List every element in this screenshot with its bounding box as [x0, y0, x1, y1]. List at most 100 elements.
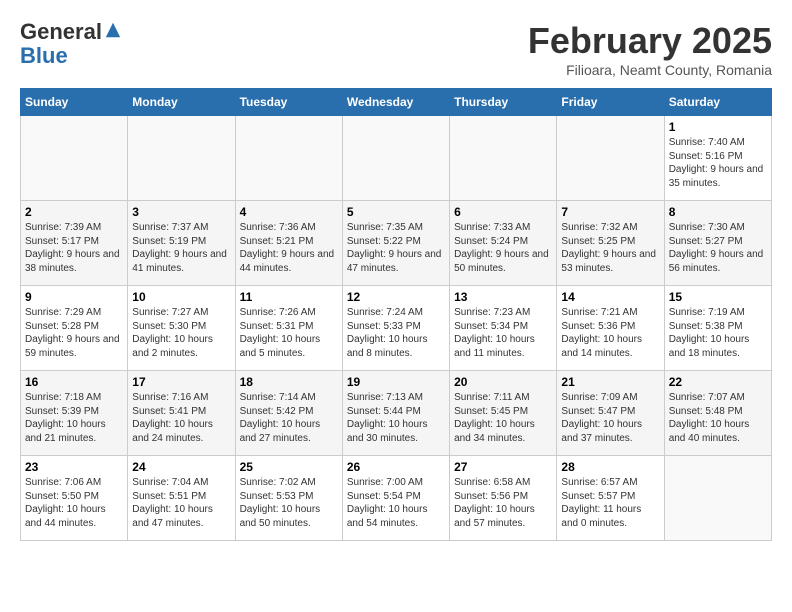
day-info: Sunrise: 7:35 AM Sunset: 5:22 PM Dayligh… [347, 221, 445, 275]
day-number: 8 [669, 205, 767, 219]
day-info: Sunrise: 7:37 AM Sunset: 5:19 PM Dayligh… [132, 221, 230, 275]
day-number: 19 [347, 375, 445, 389]
calendar-cell: 16 Sunrise: 7:18 AM Sunset: 5:39 PM Dayli… [21, 371, 128, 456]
weekday-header-friday: Friday [557, 89, 664, 116]
calendar-cell: 14 Sunrise: 7:21 AM Sunset: 5:36 PM Dayli… [557, 286, 664, 371]
day-info: Sunrise: 7:14 AM Sunset: 5:42 PM Dayligh… [240, 391, 338, 445]
day-number: 11 [240, 290, 338, 304]
day-info: Sunrise: 7:04 AM Sunset: 5:51 PM Dayligh… [132, 476, 230, 530]
day-info: Sunrise: 6:58 AM Sunset: 5:56 PM Dayligh… [454, 476, 552, 530]
title-area: February 2025 Filioara, Neamt County, Ro… [528, 20, 772, 78]
calendar-cell: 18 Sunrise: 7:14 AM Sunset: 5:42 PM Dayli… [235, 371, 342, 456]
calendar-cell [342, 116, 449, 201]
day-info: Sunrise: 7:18 AM Sunset: 5:39 PM Dayligh… [25, 391, 123, 445]
day-info: Sunrise: 7:23 AM Sunset: 5:34 PM Dayligh… [454, 306, 552, 360]
day-info: Sunrise: 7:30 AM Sunset: 5:27 PM Dayligh… [669, 221, 767, 275]
day-number: 14 [561, 290, 659, 304]
calendar-cell: 9Sunrise: 7:29 AM Sunset: 5:28 PM Daylig… [21, 286, 128, 371]
day-number: 4 [240, 205, 338, 219]
calendar-cell: 7Sunrise: 7:32 AM Sunset: 5:25 PM Daylig… [557, 201, 664, 286]
calendar-cell: 4Sunrise: 7:36 AM Sunset: 5:21 PM Daylig… [235, 201, 342, 286]
day-info: Sunrise: 7:00 AM Sunset: 5:54 PM Dayligh… [347, 476, 445, 530]
day-number: 28 [561, 460, 659, 474]
calendar-cell: 28 Sunrise: 6:57 AM Sunset: 5:57 PM Dayli… [557, 456, 664, 541]
calendar-cell: 24 Sunrise: 7:04 AM Sunset: 5:51 PM Dayli… [128, 456, 235, 541]
day-info: Sunrise: 7:11 AM Sunset: 5:45 PM Dayligh… [454, 391, 552, 445]
weekday-header-tuesday: Tuesday [235, 89, 342, 116]
day-number: 27 [454, 460, 552, 474]
logo-general: General [20, 19, 102, 44]
calendar-cell [235, 116, 342, 201]
day-info: Sunrise: 7:02 AM Sunset: 5:53 PM Dayligh… [240, 476, 338, 530]
calendar-cell: 15 Sunrise: 7:19 AM Sunset: 5:38 PM Dayli… [664, 286, 771, 371]
day-number: 18 [240, 375, 338, 389]
calendar-cell: 22 Sunrise: 7:07 AM Sunset: 5:48 PM Dayli… [664, 371, 771, 456]
calendar-cell: 21 Sunrise: 7:09 AM Sunset: 5:47 PM Dayli… [557, 371, 664, 456]
location-subtitle: Filioara, Neamt County, Romania [528, 62, 772, 78]
day-number: 21 [561, 375, 659, 389]
day-info: Sunrise: 7:16 AM Sunset: 5:41 PM Dayligh… [132, 391, 230, 445]
month-title: February 2025 [528, 20, 772, 62]
day-info: Sunrise: 7:32 AM Sunset: 5:25 PM Dayligh… [561, 221, 659, 275]
calendar-cell: 1 Sunrise: 7:40 AM Sunset: 5:16 PM Daylig… [664, 116, 771, 201]
calendar-cell: 27 Sunrise: 6:58 AM Sunset: 5:56 PM Dayli… [450, 456, 557, 541]
logo: General Blue [20, 20, 122, 68]
calendar-cell: 20 Sunrise: 7:11 AM Sunset: 5:45 PM Dayli… [450, 371, 557, 456]
calendar-week-2: 2Sunrise: 7:39 AM Sunset: 5:17 PM Daylig… [21, 201, 772, 286]
day-number: 20 [454, 375, 552, 389]
day-number: 3 [132, 205, 230, 219]
calendar-cell [21, 116, 128, 201]
day-info: Sunrise: 7:19 AM Sunset: 5:38 PM Dayligh… [669, 306, 767, 360]
calendar-cell: 6Sunrise: 7:33 AM Sunset: 5:24 PM Daylig… [450, 201, 557, 286]
calendar-cell: 8 Sunrise: 7:30 AM Sunset: 5:27 PM Daylig… [664, 201, 771, 286]
weekday-header-row: SundayMondayTuesdayWednesdayThursdayFrid… [21, 89, 772, 116]
day-info: Sunrise: 7:06 AM Sunset: 5:50 PM Dayligh… [25, 476, 123, 530]
day-info: Sunrise: 7:40 AM Sunset: 5:16 PM Dayligh… [669, 136, 767, 190]
day-number: 5 [347, 205, 445, 219]
calendar-cell [557, 116, 664, 201]
calendar-cell: 26 Sunrise: 7:00 AM Sunset: 5:54 PM Dayli… [342, 456, 449, 541]
day-info: Sunrise: 7:21 AM Sunset: 5:36 PM Dayligh… [561, 306, 659, 360]
calendar-cell: 3 Sunrise: 7:37 AM Sunset: 5:19 PM Daylig… [128, 201, 235, 286]
calendar-cell [664, 456, 771, 541]
calendar-table: SundayMondayTuesdayWednesdayThursdayFrid… [20, 88, 772, 541]
calendar-cell: 12 Sunrise: 7:24 AM Sunset: 5:33 PM Dayli… [342, 286, 449, 371]
day-number: 22 [669, 375, 767, 389]
calendar-cell: 19 Sunrise: 7:13 AM Sunset: 5:44 PM Dayli… [342, 371, 449, 456]
day-info: Sunrise: 6:57 AM Sunset: 5:57 PM Dayligh… [561, 476, 659, 530]
calendar-week-5: 23 Sunrise: 7:06 AM Sunset: 5:50 PM Dayli… [21, 456, 772, 541]
calendar-cell: 13 Sunrise: 7:23 AM Sunset: 5:34 PM Dayli… [450, 286, 557, 371]
day-number: 12 [347, 290, 445, 304]
day-info: Sunrise: 7:24 AM Sunset: 5:33 PM Dayligh… [347, 306, 445, 360]
weekday-header-thursday: Thursday [450, 89, 557, 116]
day-number: 13 [454, 290, 552, 304]
calendar-cell: 17 Sunrise: 7:16 AM Sunset: 5:41 PM Dayli… [128, 371, 235, 456]
weekday-header-wednesday: Wednesday [342, 89, 449, 116]
day-number: 16 [25, 375, 123, 389]
day-number: 15 [669, 290, 767, 304]
day-number: 10 [132, 290, 230, 304]
calendar-cell: 23 Sunrise: 7:06 AM Sunset: 5:50 PM Dayli… [21, 456, 128, 541]
day-info: Sunrise: 7:09 AM Sunset: 5:47 PM Dayligh… [561, 391, 659, 445]
calendar-cell: 5 Sunrise: 7:35 AM Sunset: 5:22 PM Daylig… [342, 201, 449, 286]
calendar-cell: 2Sunrise: 7:39 AM Sunset: 5:17 PM Daylig… [21, 201, 128, 286]
day-info: Sunrise: 7:27 AM Sunset: 5:30 PM Dayligh… [132, 306, 230, 360]
weekday-header-monday: Monday [128, 89, 235, 116]
page-header: General Blue February 2025 Filioara, Nea… [20, 20, 772, 78]
day-number: 26 [347, 460, 445, 474]
calendar-cell: 25Sunrise: 7:02 AM Sunset: 5:53 PM Dayli… [235, 456, 342, 541]
day-info: Sunrise: 7:07 AM Sunset: 5:48 PM Dayligh… [669, 391, 767, 445]
logo-icon [104, 21, 122, 39]
day-number: 23 [25, 460, 123, 474]
calendar-week-3: 9Sunrise: 7:29 AM Sunset: 5:28 PM Daylig… [21, 286, 772, 371]
logo-blue: Blue [20, 43, 68, 68]
calendar-week-1: 1 Sunrise: 7:40 AM Sunset: 5:16 PM Daylig… [21, 116, 772, 201]
weekday-header-saturday: Saturday [664, 89, 771, 116]
calendar-cell: 10 Sunrise: 7:27 AM Sunset: 5:30 PM Dayli… [128, 286, 235, 371]
day-info: Sunrise: 7:13 AM Sunset: 5:44 PM Dayligh… [347, 391, 445, 445]
calendar-cell [450, 116, 557, 201]
day-number: 17 [132, 375, 230, 389]
day-number: 24 [132, 460, 230, 474]
day-number: 1 [669, 120, 767, 134]
day-number: 6 [454, 205, 552, 219]
